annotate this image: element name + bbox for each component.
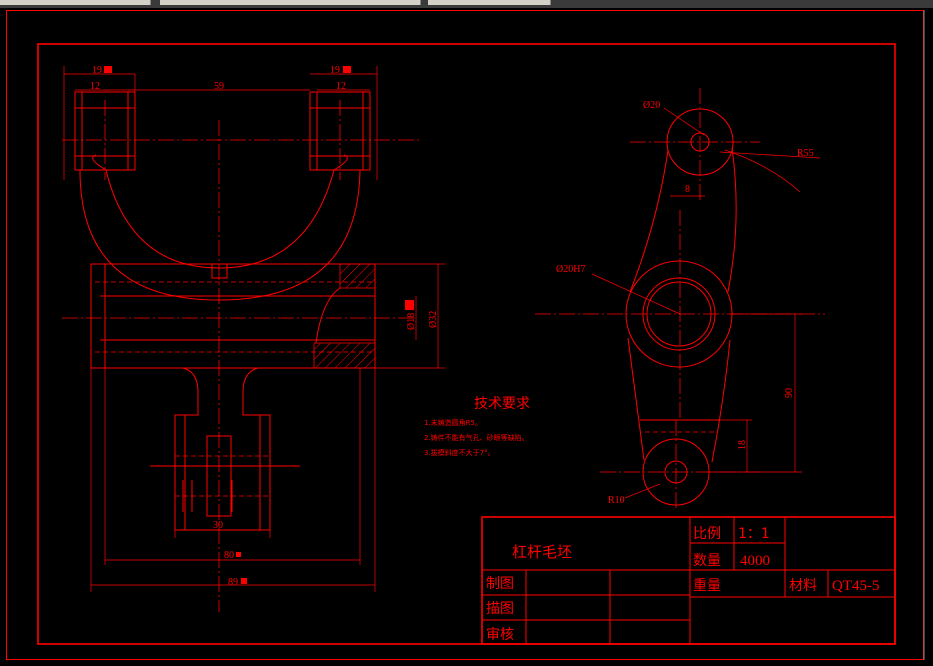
quantity-label: 数量: [693, 553, 721, 569]
dim-19-right: 19: [330, 65, 340, 76]
dim-marker: [236, 552, 241, 557]
dim-19-left: 19: [92, 65, 102, 76]
material-label: 材料: [789, 578, 817, 594]
dim-r55: R55: [797, 148, 814, 159]
tech-requirement-3: 3.拔模斜度不大于7°。: [424, 448, 495, 457]
toolbar-segment: [160, 0, 421, 5]
front-view: 19 12 59 19 12 Ø18 Ø32 30 80 89: [62, 65, 445, 612]
part-name: 杠杆毛坯: [512, 543, 572, 561]
dim-12-left: 12: [90, 81, 100, 92]
dim-marker: [343, 66, 351, 73]
dim-18: 18: [737, 440, 748, 450]
technical-requirements: 技术要求 1.未铸造圆角R5。 2.铸件不能有气孔、砂眼等缺陷。 3.拔模斜度不…: [424, 396, 530, 457]
scale-value: 1：1: [738, 526, 770, 542]
cad-drawing-canvas[interactable]: 19 12 59 19 12 Ø18 Ø32 30 80 89 Ø20 R55 …: [0, 8, 933, 666]
dim-80: 80: [224, 550, 234, 561]
tech-requirement-1: 1.未铸造圆角R5。: [424, 418, 482, 427]
dim-phi20: Ø20: [643, 100, 660, 111]
tech-requirements-heading: 技术要求: [474, 396, 530, 412]
dim-marker: [104, 66, 112, 73]
checked-label: 审核: [486, 627, 514, 643]
title-block: 杠杆毛坯 比例 1：1 数量 4000 重量 材料 QT45-5 制图 描图 审…: [481, 516, 896, 645]
dim-r10: R10: [608, 495, 625, 506]
scale-label: 比例: [693, 526, 721, 542]
quantity-value: 4000: [740, 553, 770, 569]
dim-90: 90: [784, 388, 795, 398]
window-toolbar-strip: [0, 0, 933, 8]
outer-frame: [6, 10, 924, 660]
dim-89: 89: [228, 577, 238, 588]
weight-label: 重量: [693, 578, 721, 594]
dim-marker: [405, 300, 414, 310]
side-view: Ø20 R55 8 Ø20H7 90 18 R10: [535, 88, 825, 510]
tech-requirement-2: 2.铸件不能有气孔、砂眼等缺陷。: [424, 433, 529, 442]
dim-30: 30: [213, 520, 223, 531]
traced-label: 描图: [486, 601, 514, 617]
dim-marker: [241, 578, 247, 584]
toolbar-segment: [0, 0, 151, 5]
hatch-section-upper: [339, 263, 376, 289]
drawn-label: 制图: [486, 576, 514, 592]
dim-8: 8: [685, 184, 690, 195]
material-value: QT45-5: [832, 578, 880, 594]
dim-59: 59: [214, 81, 224, 92]
toolbar-segment: [428, 0, 551, 5]
hatch-section-lower: [313, 342, 376, 369]
dim-phi20h7: Ø20H7: [556, 264, 585, 275]
dim-phi18: Ø18: [406, 313, 417, 330]
dim-phi32: Ø32: [428, 311, 439, 328]
dim-12-right: 12: [336, 81, 346, 92]
